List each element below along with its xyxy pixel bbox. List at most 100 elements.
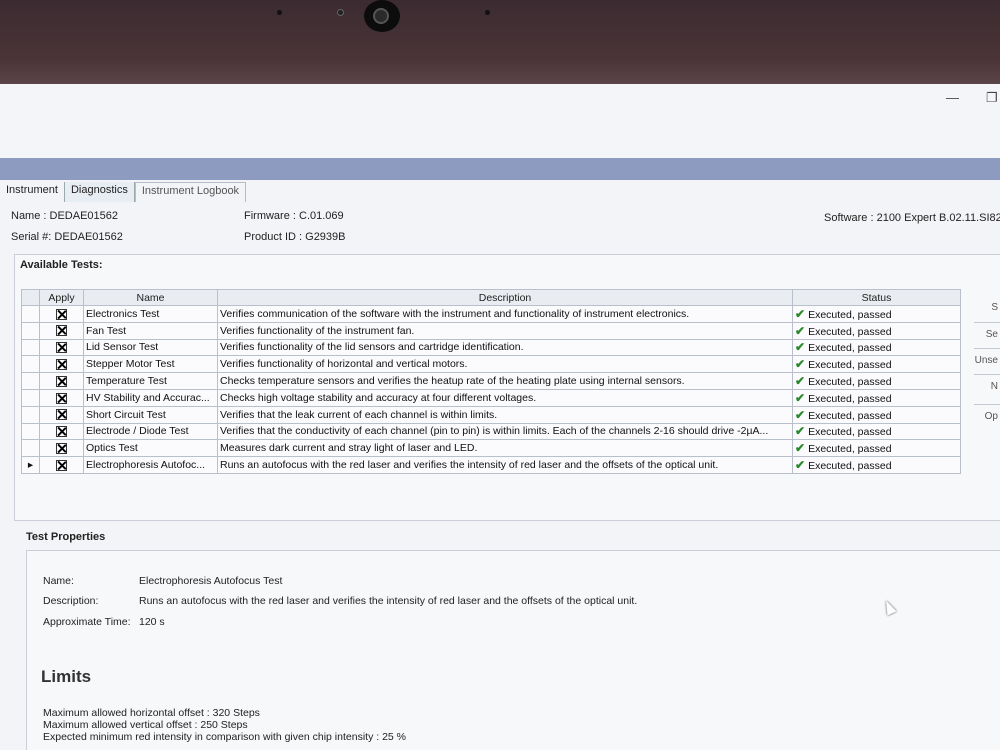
test-description: Verifies functionality of the lid sensor… (217, 338, 793, 357)
table-row[interactable]: Temperature Test Checks temperature senso… (21, 372, 961, 390)
check-icon: ✔ (795, 357, 806, 372)
check-icon: ✔ (795, 323, 806, 338)
apply-cell (39, 388, 84, 407)
instrument-firmware: Firmware : C.01.069 (244, 210, 344, 222)
test-status-cell: ✔ Executed, passed (792, 338, 961, 357)
property-time-value: 120 s (139, 616, 165, 628)
side-button-start[interactable]: S (974, 296, 1000, 322)
apply-checkbox[interactable] (56, 409, 67, 421)
test-status: Executed, passed (808, 392, 892, 405)
check-icon: ✔ (795, 458, 806, 473)
table-row[interactable]: Lid Sensor Test Verifies functionality of… (21, 338, 961, 357)
table-row[interactable]: HV Stability and Accurac... Checks high v… (21, 388, 961, 407)
apply-cell (39, 422, 84, 441)
test-status: Executed, passed (808, 443, 892, 456)
limits-heading: Limits (41, 667, 92, 686)
test-description: Checks temperature sensors and verifies … (217, 372, 793, 390)
side-button-unselect-all[interactable]: Unse (974, 348, 1000, 374)
limit-horizontal-offset: Maximum allowed horizontal offset : 320 … (43, 707, 260, 719)
column-header-description[interactable]: Description (217, 289, 793, 306)
tab-bar: Instrument Diagnostics Instrument Logboo… (0, 182, 247, 202)
test-status-cell: ✔ Executed, passed (792, 355, 961, 374)
row-selector[interactable] (21, 355, 40, 374)
row-selector[interactable] (21, 422, 40, 441)
row-selector[interactable] (21, 321, 40, 340)
row-selector[interactable] (21, 372, 40, 390)
row-selector[interactable] (21, 439, 40, 458)
row-selector[interactable] (21, 305, 40, 323)
side-button-new[interactable]: N (974, 374, 1000, 400)
apply-checkbox[interactable] (56, 308, 67, 320)
row-selector[interactable] (21, 388, 40, 407)
webcam-icon (364, 0, 400, 32)
test-status-cell: ✔ Executed, passed (792, 422, 961, 441)
property-description-label: Description: (43, 595, 99, 607)
window-titlebar: — ❐ (0, 84, 1000, 158)
column-header-name[interactable]: Name (83, 289, 218, 306)
test-status: Executed, passed (808, 325, 892, 338)
table-row[interactable]: Stepper Motor Test Verifies functionality… (21, 355, 961, 374)
property-time-label: Approximate Time: (43, 616, 131, 628)
apply-checkbox[interactable] (56, 325, 67, 337)
test-status: Executed, passed (808, 359, 892, 372)
row-selector[interactable] (21, 338, 40, 357)
property-description-value: Runs an autofocus with the red laser and… (139, 595, 638, 607)
side-button-open[interactable]: Op (974, 404, 1000, 430)
test-name: Electrophoresis Autofoc... (83, 456, 218, 474)
column-header-apply[interactable]: Apply (39, 289, 84, 306)
minimize-icon[interactable]: — (946, 90, 959, 105)
apply-checkbox[interactable] (56, 375, 67, 387)
test-description: Verifies functionality of the instrument… (217, 321, 793, 340)
row-selector[interactable]: ▸ (21, 456, 40, 474)
header-band (0, 158, 1000, 180)
side-button-select-all[interactable]: Se (974, 322, 1000, 348)
test-status: Executed, passed (808, 426, 892, 439)
test-name: Optics Test (83, 439, 218, 458)
apply-checkbox[interactable] (56, 459, 67, 471)
instrument-name: Name : DEDAE01562 (11, 210, 118, 222)
table-row[interactable]: Optics Test Measures dark current and str… (21, 439, 961, 458)
apply-checkbox[interactable] (56, 426, 67, 438)
test-status: Executed, passed (808, 376, 892, 389)
limit-red-intensity: Expected minimum red intensity in compar… (43, 731, 406, 743)
software-version: Software : 2100 Expert B.02.11.SI824 (824, 212, 1000, 224)
test-name: Temperature Test (83, 372, 218, 390)
available-tests-title: Available Tests: (20, 259, 103, 271)
instrument-serial: Serial #: DEDAE01562 (11, 231, 123, 243)
test-status: Executed, passed (808, 460, 892, 473)
apply-cell (39, 338, 84, 357)
test-status: Executed, passed (808, 308, 892, 321)
tab-diagnostics[interactable]: Diagnostics (64, 182, 135, 202)
table-row[interactable]: Fan Test Verifies functionality of the in… (21, 321, 961, 340)
table-row[interactable]: Short Circuit Test Verifies that the leak… (21, 405, 961, 424)
apply-checkbox[interactable] (56, 359, 67, 370)
test-properties-title: Test Properties (26, 531, 106, 543)
test-name: Fan Test (83, 321, 218, 340)
table-row[interactable]: Electrode / Diode Test Verifies that the … (21, 422, 961, 441)
monitor-bezel (0, 0, 1000, 84)
test-description: Checks high voltage stability and accura… (217, 388, 793, 407)
table-row[interactable]: Electronics Test Verifies communication o… (21, 305, 961, 323)
tab-instrument-logbook[interactable]: Instrument Logbook (134, 182, 247, 202)
apply-checkbox[interactable] (56, 342, 67, 354)
test-description: Verifies that the conductivity of each c… (217, 422, 793, 441)
table-row[interactable]: ▸ Electrophoresis Autofoc... Runs an autof… (21, 456, 961, 474)
test-status-cell: ✔ Executed, passed (792, 456, 961, 474)
row-pointer-icon: ▸ (27, 459, 34, 472)
tab-instrument[interactable]: Instrument (0, 182, 65, 202)
application-window: — ❐ Instrument Diagnostics Instrument Lo… (0, 84, 1000, 750)
column-header-status[interactable]: Status (792, 289, 961, 306)
available-tests-panel: Available Tests: Apply Name Description … (14, 254, 1000, 521)
test-name: Stepper Motor Test (83, 355, 218, 374)
apply-checkbox[interactable] (56, 392, 67, 404)
test-name: Short Circuit Test (83, 405, 218, 424)
test-description: Runs an autofocus with the red laser and… (217, 456, 793, 474)
restore-icon[interactable]: ❐ (986, 90, 998, 106)
test-properties-panel: Name: Electrophoresis Autofocus Test Des… (26, 550, 1000, 750)
test-status-cell: ✔ Executed, passed (792, 305, 961, 323)
test-status: Executed, passed (808, 342, 892, 355)
row-selector[interactable] (21, 405, 40, 424)
limit-vertical-offset: Maximum allowed vertical offset : 250 St… (43, 719, 248, 731)
check-icon: ✔ (795, 407, 806, 422)
apply-checkbox[interactable] (56, 442, 67, 454)
